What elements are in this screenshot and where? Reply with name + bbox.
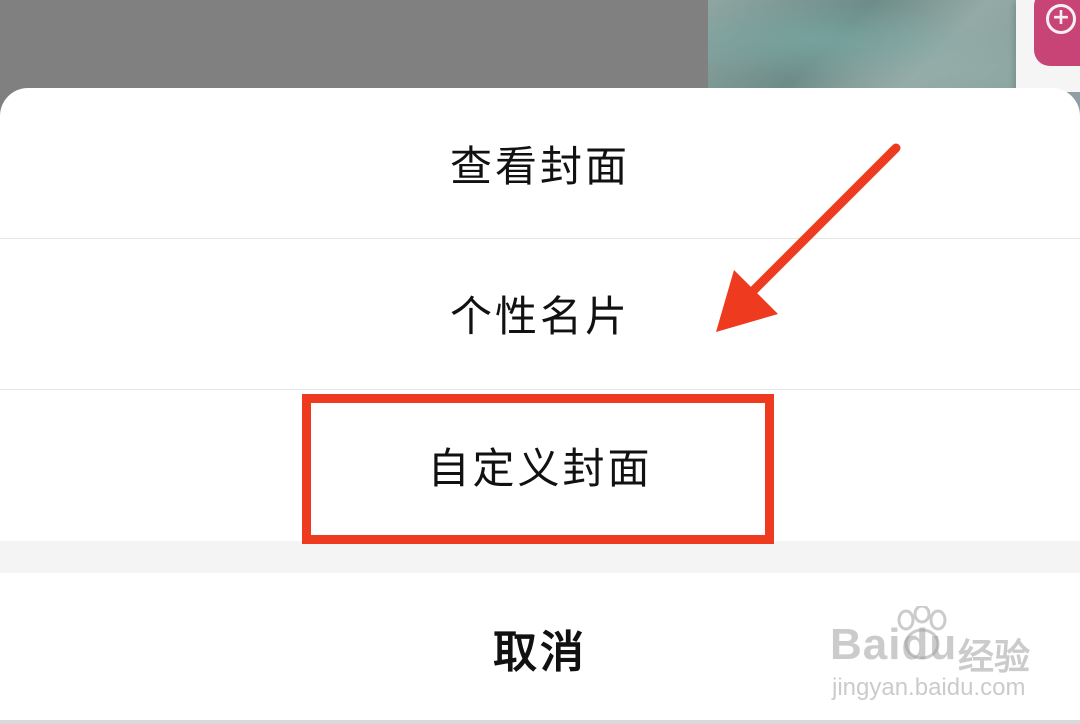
watermark-product: 经验 bbox=[958, 637, 1031, 678]
bottom-edge bbox=[0, 720, 1080, 724]
screen: + 查看封面 个性名片 自定义封面 取消 Baidu 经验 jingyan.ba… bbox=[0, 0, 1080, 724]
watermark-url: jingyan.baidu.com bbox=[832, 674, 1026, 701]
plus-icon: + bbox=[1046, 4, 1076, 34]
sheet-separator-band bbox=[0, 541, 1080, 573]
cancel-label: 取消 bbox=[493, 627, 587, 678]
option-personal-card-label: 个性名片 bbox=[449, 291, 630, 341]
option-view-cover-label: 查看封面 bbox=[449, 141, 630, 191]
annotation-highlight-box bbox=[302, 394, 774, 544]
baidu-jingyan-watermark: Baidu 经验 jingyan.baidu.com bbox=[830, 606, 1070, 716]
add-widget-button[interactable]: + bbox=[1034, 0, 1080, 66]
watermark-brand: Baidu bbox=[830, 620, 958, 669]
annotation-arrow-icon bbox=[716, 143, 901, 332]
